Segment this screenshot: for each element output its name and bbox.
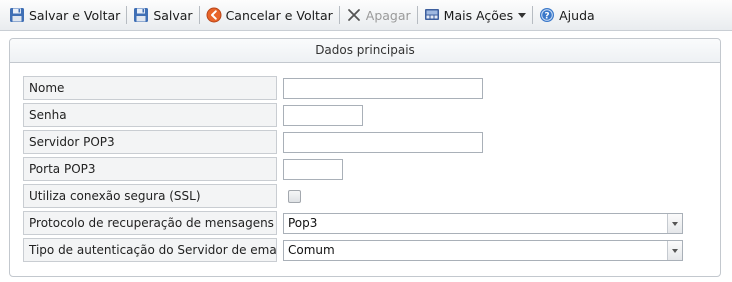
delete-label: Apagar (365, 7, 411, 23)
panel-title: Dados principais (10, 39, 720, 63)
floppy-disk-icon (133, 7, 149, 23)
svg-text:?: ? (545, 12, 550, 22)
auth-label: Tipo de autenticação do Servidor de emai… (23, 238, 277, 262)
save-and-back-label: Salvar e Voltar (29, 7, 121, 23)
more-actions-label: Mais Ações (443, 7, 514, 23)
ssl-row: Utiliza conexão segura (SSL) (23, 184, 277, 208)
chevron-down-icon[interactable] (667, 214, 682, 233)
pop3-port-row: Porta POP3 (23, 157, 277, 181)
pop3-port-label: Porta POP3 (23, 157, 277, 181)
protocol-label: Protocolo de recuperação de mensagens (23, 211, 277, 235)
pop3-port-input[interactable] (283, 159, 343, 180)
main-data-panel: Dados principais Nome Senha Servidor POP… (9, 38, 721, 277)
name-label: Nome (23, 76, 277, 100)
pop3-server-row: Servidor POP3 (23, 130, 277, 154)
toolbar-separator (126, 6, 128, 24)
name-row: Nome (23, 76, 277, 100)
ssl-label: Utiliza conexão segura (SSL) (23, 184, 277, 208)
protocol-row: Protocolo de recuperação de mensagens (23, 211, 277, 235)
chevron-down-icon (518, 12, 527, 18)
pop3-server-label: Servidor POP3 (23, 130, 277, 154)
save-and-back-button[interactable]: Salvar e Voltar (6, 4, 123, 26)
save-label: Salvar (153, 7, 193, 23)
name-input[interactable] (283, 78, 483, 99)
more-actions-dropdown[interactable]: Mais Ações (421, 4, 529, 26)
actions-keyboard-icon (424, 7, 440, 23)
back-arrow-icon (206, 7, 222, 23)
cancel-and-back-label: Cancelar e Voltar (225, 7, 333, 23)
toolbar-separator (338, 6, 340, 24)
close-x-icon (346, 7, 362, 23)
auth-selected-value: Comum (288, 243, 335, 257)
floppy-disk-icon (9, 7, 25, 23)
password-label: Senha (23, 103, 277, 127)
password-input[interactable] (283, 105, 363, 126)
help-button[interactable]: ? Ajuda (536, 4, 598, 26)
cancel-and-back-button[interactable]: Cancelar e Voltar (203, 4, 336, 26)
delete-button[interactable]: Apagar (343, 4, 414, 26)
password-row: Senha (23, 103, 277, 127)
protocol-selected-value: Pop3 (288, 216, 318, 230)
toolbar-separator (416, 6, 418, 24)
toolbar-separator (532, 6, 534, 24)
toolbar-separator (198, 6, 200, 24)
auth-type-select[interactable]: Comum (283, 240, 683, 261)
pop3-server-input[interactable] (283, 132, 483, 153)
save-button[interactable]: Salvar (130, 4, 195, 26)
help-icon: ? (539, 7, 555, 23)
help-label: Ajuda (559, 7, 595, 23)
protocol-select[interactable]: Pop3 (283, 213, 683, 234)
chevron-down-icon[interactable] (667, 241, 682, 260)
ssl-checkbox[interactable] (288, 190, 301, 203)
toolbar: Salvar e Voltar Salvar Cancelar e Voltar (0, 0, 732, 31)
auth-row: Tipo de autenticação do Servidor de emai… (23, 238, 277, 262)
